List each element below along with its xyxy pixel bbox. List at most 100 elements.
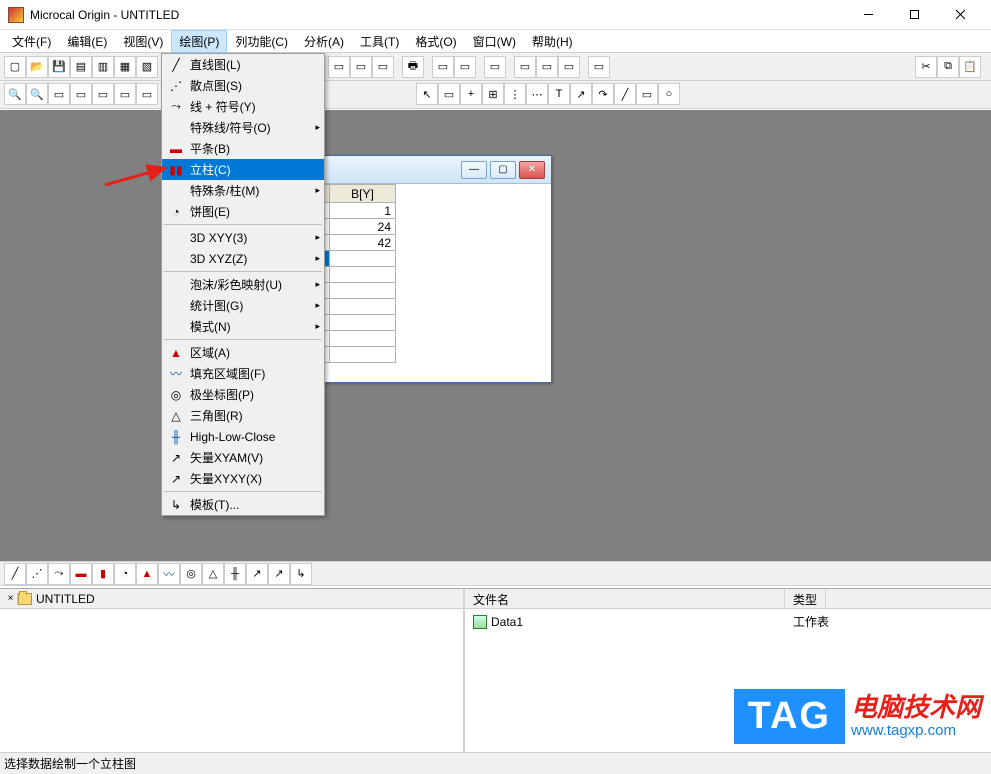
cell[interactable]: 42	[330, 235, 396, 251]
menu-scatter-plot[interactable]: ⋰散点图(S)	[162, 75, 324, 96]
tool-icon[interactable]: ▭	[372, 56, 394, 78]
pointer-icon[interactable]: ↖	[416, 83, 438, 105]
data-maximize-button[interactable]: ▢	[490, 161, 516, 179]
panel-close-button[interactable]: ×	[4, 593, 18, 604]
print-icon[interactable]: 🖶	[402, 56, 424, 78]
tree-root[interactable]: UNTITLED	[36, 592, 95, 606]
menu-format[interactable]: 格式(O)	[407, 30, 464, 53]
tool-icon[interactable]: ▭	[558, 56, 580, 78]
plot-line-icon[interactable]: ╱	[4, 563, 26, 585]
copy-icon[interactable]: ⧉	[937, 56, 959, 78]
menu-window[interactable]: 窗口(W)	[465, 30, 524, 53]
new-layout-icon[interactable]: ▦	[114, 56, 136, 78]
data-minimize-button[interactable]: —	[461, 161, 487, 179]
new-project-icon[interactable]: ▢	[4, 56, 26, 78]
tool-icon[interactable]: ▭	[70, 83, 92, 105]
plot-vector2-icon[interactable]: ↗	[268, 563, 290, 585]
menu-area[interactable]: ▲区域(A)	[162, 342, 324, 363]
menu-3d-xyy[interactable]: 3D XYY(3)▸	[162, 227, 324, 248]
menu-tools[interactable]: 工具(T)	[352, 30, 407, 53]
cell[interactable]: 1	[330, 203, 396, 219]
plot-hlc-icon[interactable]: ╫	[224, 563, 246, 585]
menu-3d-xyz[interactable]: 3D XYZ(Z)▸	[162, 248, 324, 269]
menu-mode[interactable]: 模式(N)▸	[162, 316, 324, 337]
menu-bubble[interactable]: 泡沫/彩色映射(U)▸	[162, 274, 324, 295]
tool-icon[interactable]: ▭	[350, 56, 372, 78]
menu-edit[interactable]: 编辑(E)	[59, 30, 115, 53]
zoom-icon[interactable]: ▭	[438, 83, 460, 105]
curve-icon[interactable]: ↷	[592, 83, 614, 105]
plot-template-icon[interactable]: ↳	[290, 563, 312, 585]
menu-help[interactable]: 帮助(H)	[524, 30, 581, 53]
tool-icon[interactable]: ▭	[484, 56, 506, 78]
menu-vector-xyxy[interactable]: ↗矢量XYXY(X)	[162, 468, 324, 489]
plot-area-icon[interactable]: ▲	[136, 563, 158, 585]
tool-icon[interactable]: ▭	[454, 56, 476, 78]
tool-icon[interactable]: 🔍	[4, 83, 26, 105]
tool-icon[interactable]: ▭	[48, 83, 70, 105]
menu-line-plot[interactable]: ╱直线图(L)	[162, 54, 324, 75]
col-type[interactable]: 类型	[785, 589, 826, 608]
open-project-icon[interactable]: 📂	[26, 56, 48, 78]
menu-polar[interactable]: ◎极坐标图(P)	[162, 384, 324, 405]
minimize-button[interactable]	[845, 0, 891, 30]
menu-column[interactable]: ▮▮立柱(C)	[162, 159, 324, 180]
tool-icon[interactable]: ▭	[588, 56, 610, 78]
new-worksheet-icon[interactable]: ▤	[70, 56, 92, 78]
menu-plot[interactable]: 绘图(P)	[171, 30, 227, 53]
tree-body[interactable]	[0, 609, 463, 613]
close-button[interactable]	[937, 0, 983, 30]
plot-polar-icon[interactable]: ◎	[180, 563, 202, 585]
list-item[interactable]: Data1 工作表	[465, 609, 991, 632]
reader-icon[interactable]: +	[460, 83, 482, 105]
tool-icon[interactable]: 🔍	[26, 83, 48, 105]
tool-icon[interactable]: ▭	[136, 83, 158, 105]
plot-ternary-icon[interactable]: △	[202, 563, 224, 585]
column-header-b[interactable]: B[Y]	[330, 185, 396, 203]
plot-scatter-icon[interactable]: ⋰	[26, 563, 48, 585]
menu-pie[interactable]: ◔饼图(E)	[162, 201, 324, 222]
plot-linesymbol-icon[interactable]: ⤳	[48, 563, 70, 585]
plot-fillarea-icon[interactable]: 〰	[158, 563, 180, 585]
cell[interactable]: 24	[330, 219, 396, 235]
new-notes-icon[interactable]: ▧	[136, 56, 158, 78]
menu-view[interactable]: 视图(V)	[115, 30, 171, 53]
plot-pie-icon[interactable]: ◔	[114, 563, 136, 585]
tool-icon[interactable]: ⊞	[482, 83, 504, 105]
col-filename[interactable]: 文件名	[465, 589, 785, 608]
rect-icon[interactable]: ▭	[636, 83, 658, 105]
tool-icon[interactable]: ▭	[514, 56, 536, 78]
menu-vector-xyam[interactable]: ↗矢量XYAM(V)	[162, 447, 324, 468]
tool-icon[interactable]: ▭	[92, 83, 114, 105]
menu-template[interactable]: ↳模板(T)...	[162, 494, 324, 515]
tool-icon[interactable]: ▭	[536, 56, 558, 78]
plot-bar-icon[interactable]: ▬	[70, 563, 92, 585]
arrow-icon[interactable]: ↗	[570, 83, 592, 105]
menu-stats[interactable]: 统计图(G)▸	[162, 295, 324, 316]
maximize-button[interactable]	[891, 0, 937, 30]
circle-icon[interactable]: ○	[658, 83, 680, 105]
menu-special-line[interactable]: 特殊线/符号(O)▸	[162, 117, 324, 138]
text-icon[interactable]: T	[548, 83, 570, 105]
menu-ternary[interactable]: △三角图(R)	[162, 405, 324, 426]
data-close-button[interactable]: ✕	[519, 161, 545, 179]
tool-icon[interactable]: ▭	[114, 83, 136, 105]
menu-line-symbol[interactable]: ⤳线 + 符号(Y)	[162, 96, 324, 117]
menu-fillarea[interactable]: 〰填充区域图(F)	[162, 363, 324, 384]
project-tree-panel[interactable]: × UNTITLED	[0, 589, 465, 752]
menu-column[interactable]: 列功能(C)	[227, 30, 296, 53]
menu-special-bar[interactable]: 特殊条/柱(M)▸	[162, 180, 324, 201]
menu-file[interactable]: 文件(F)	[4, 30, 59, 53]
line-icon[interactable]: ╱	[614, 83, 636, 105]
save-project-icon[interactable]: 💾	[48, 56, 70, 78]
tool-icon[interactable]: ⋯	[526, 83, 548, 105]
tool-icon[interactable]: ▭	[328, 56, 350, 78]
cell[interactable]	[330, 251, 396, 267]
tool-icon[interactable]: ▭	[432, 56, 454, 78]
menu-bar[interactable]: ▬平条(B)	[162, 138, 324, 159]
menu-hlc[interactable]: ╫High-Low-Close	[162, 426, 324, 447]
tool-icon[interactable]: ⋮	[504, 83, 526, 105]
paste-icon[interactable]: 📋	[959, 56, 981, 78]
plot-column-icon[interactable]: ▮	[92, 563, 114, 585]
menu-analysis[interactable]: 分析(A)	[296, 30, 352, 53]
